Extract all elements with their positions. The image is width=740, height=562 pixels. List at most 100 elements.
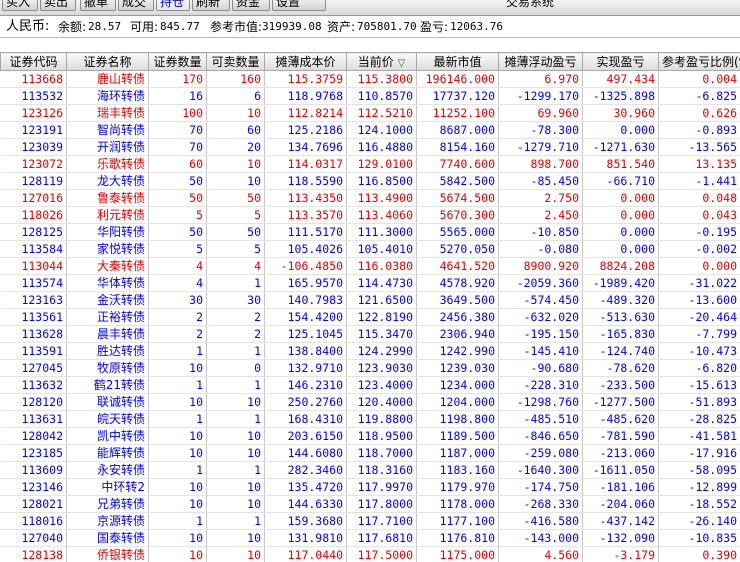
table-row[interactable]: 128120 联诚转债 10 10 250.2760 120.4000 1204.000 -1… [0,393,740,411]
table-row[interactable]: 123185 能辉转债 10 10 144.6080 118.7000 1187.000 -2… [0,444,740,462]
toolbar-deals-button[interactable]: 成交 [118,0,154,11]
cell-float-pnl: -268.330 [498,495,583,513]
table-row[interactable]: 113668 鹿山转债 170 160 115.3759 115.3800 196146.0… [0,70,740,88]
table-row[interactable]: 123072 乐歌转债 60 10 114.0317 129.0100 7740.600 89… [0,155,740,173]
table-row[interactable]: 113591 胜达转债 1 1 138.8400 124.2990 1242.990 -145… [0,342,740,360]
cell-pnl-ratio: -41.581 [658,427,740,445]
cell-price: 118.7000 [346,444,417,462]
col-header-code[interactable]: 证券代码 [0,52,67,71]
toolbar-refresh-button[interactable]: 刷新 [192,0,230,11]
cell-cost: 203.6150 [264,427,347,445]
table-row[interactable]: 113584 家悦转债 5 5 105.4026 105.4010 5270.050 -0.0… [0,240,740,258]
cell-code: 123072 [0,155,67,173]
cell-name: 瑞丰转债 [66,104,149,122]
cell-price: 124.1000 [346,121,417,139]
cell-cost: 117.0440 [264,546,347,562]
cell-qty: 30 [148,291,207,309]
cell-pnl-ratio: -17.916 [658,444,740,462]
table-row[interactable]: 123163 金沃转债 30 30 140.7983 121.6500 3649.500 -5… [0,291,740,309]
cell-cost: 118.9768 [264,87,347,105]
cell-realized-pnl: -233.500 [582,376,659,394]
cell-price: 118.3160 [346,461,417,479]
cell-qty: 1 [148,461,207,479]
toolbar-position-button[interactable]: 持仓 [156,0,190,11]
cell-sellable: 2 [206,308,265,326]
table-row[interactable]: 113631 皖天转债 1 1 168.4310 119.8800 1198.800 -485… [0,410,740,428]
col-header-realized-pnl[interactable]: 实现盈亏 [582,52,659,71]
table-row[interactable]: 128119 龙大转债 50 10 118.5590 116.8500 5842.500 -8… [0,172,740,190]
table-row[interactable]: 118026 利元转债 5 5 113.3570 113.4060 5670.300 2.45… [0,206,740,224]
cell-realized-pnl: -124.740 [582,342,659,360]
cell-pnl-ratio: -10.835 [658,529,740,547]
cell-sellable: 50 [206,223,265,241]
toolbar-cancel-button[interactable]: 撤单 [80,0,116,11]
table-row[interactable]: 113532 海环转债 16 6 118.9768 110.8570 17737.120 -1… [0,87,740,105]
cell-name: 皖天转债 [66,410,149,428]
cell-code: 128120 [0,393,67,411]
table-row[interactable]: 113561 正裕转债 2 2 154.4200 122.8190 2456.380 -632… [0,308,740,326]
table-row[interactable]: 123146 中环转2 10 10 135.4720 117.9970 1179.970 -1… [0,478,740,496]
cell-price: 122.8190 [346,308,417,326]
col-header-pnl-ratio[interactable]: 参考盈亏比例(%) [658,52,740,71]
table-row[interactable]: 113044 大秦转债 4 4 -106.4850 116.0380 4641.520 890… [0,257,740,275]
col-header-price[interactable]: 当前价 ▽ [346,52,417,71]
cell-float-pnl: -485.510 [498,410,583,428]
col-header-float-pnl[interactable]: 摊薄浮动盈亏 [498,52,583,71]
table-row[interactable]: 123126 瑞丰转债 100 10 112.8214 112.5210 11252.100… [0,104,740,122]
sort-desc-icon: ▽ [397,58,406,69]
cell-cost: 135.4720 [264,478,347,496]
cell-code: 113668 [0,70,67,88]
cell-code: 123126 [0,104,67,122]
trading-window: 买入 卖出 撤单 成交 持仓 刷新 资金 设置 交易系统 人民币: 余额: 28… [0,0,740,562]
toolbar-buy-button[interactable]: 买入 [2,0,38,11]
col-header-market-value[interactable]: 最新市值 [416,52,499,71]
cell-code: 113532 [0,87,67,105]
table-row[interactable]: 118016 京源转债 1 1 159.3680 117.7100 1177.100 -416… [0,512,740,530]
table-row[interactable]: 127045 牧原转债 10 0 132.9710 123.9030 1239.030 -90… [0,359,740,377]
col-header-sellable[interactable]: 可卖数量 [206,52,265,71]
table-row[interactable]: 113609 永安转债 1 1 282.3460 118.3160 1183.160 -164… [0,461,740,479]
table-row[interactable]: 123191 智尚转债 70 60 125.2186 124.1000 8687.000 -7… [0,121,740,139]
table-row[interactable]: 128125 华阳转债 50 50 111.5170 111.3000 5565.000 -1… [0,223,740,241]
toolbar-sell-button[interactable]: 卖出 [40,0,76,11]
assets-value: 705801.70 [357,20,417,33]
cell-qty: 10 [148,478,207,496]
cell-realized-pnl: 0.000 [582,189,659,207]
table-row[interactable]: 128138 侨银转债 10 10 117.0440 117.5000 1175.000 4.… [0,546,740,562]
cell-sellable: 10 [206,104,265,122]
table-row[interactable]: 128021 兄弟转债 10 10 144.6330 117.8000 1178.000 -2… [0,495,740,513]
col-header-name[interactable]: 证券名称 [66,52,149,71]
cell-name: 牧原转债 [66,359,149,377]
cell-sellable: 10 [206,172,265,190]
table-row[interactable]: 127016 鲁泰转债 50 50 113.4350 113.4900 5674.500 2.… [0,189,740,207]
table-row[interactable]: 127040 国泰转债 10 10 131.9810 117.6810 1176.810 -1… [0,529,740,547]
col-header-cost[interactable]: 摊薄成本价 [264,52,347,71]
cell-code: 113584 [0,240,67,258]
cell-qty: 70 [148,121,207,139]
pnl-value: 12063.76 [450,20,503,33]
cell-cost: 146.2310 [264,376,347,394]
cell-pnl-ratio: -6.825 [658,87,740,105]
toolbar-funds-button[interactable]: 资金 [232,0,270,11]
table-row[interactable]: 123039 开润转债 70 20 134.7696 116.4880 8154.160 -1… [0,138,740,156]
cell-price: 112.5210 [346,104,417,122]
cell-float-pnl: -1298.760 [498,393,583,411]
table-row[interactable]: 113632 鹤21转债 1 1 146.2310 123.4000 1234.000 -22… [0,376,740,394]
table-row[interactable]: 113574 华体转债 4 1 165.9570 114.4730 4578.920 -205… [0,274,740,292]
table-row[interactable]: 113628 晨丰转债 2 2 125.1045 115.3470 2306.940 -195… [0,325,740,343]
cell-market-value: 1179.970 [416,478,499,496]
cell-qty: 16 [148,87,207,105]
cell-name: 鲁泰转债 [66,189,149,207]
cell-pnl-ratio: -10.473 [658,342,740,360]
toolbar-settings-button[interactable]: 设置 [272,0,326,11]
cell-sellable: 60 [206,121,265,139]
market-value-label: 参考市值: [210,20,263,34]
cell-code: 128042 [0,427,67,445]
cell-realized-pnl: 0.000 [582,121,659,139]
cell-pnl-ratio: 0.390 [658,546,740,562]
table-row[interactable]: 128042 凯中转债 10 10 203.6150 118.9500 1189.500 -8… [0,427,740,445]
col-header-qty[interactable]: 证券数量 [148,52,207,71]
cell-sellable: 1 [206,512,265,530]
cell-code: 127045 [0,359,67,377]
cell-name: 龙大转债 [66,172,149,190]
